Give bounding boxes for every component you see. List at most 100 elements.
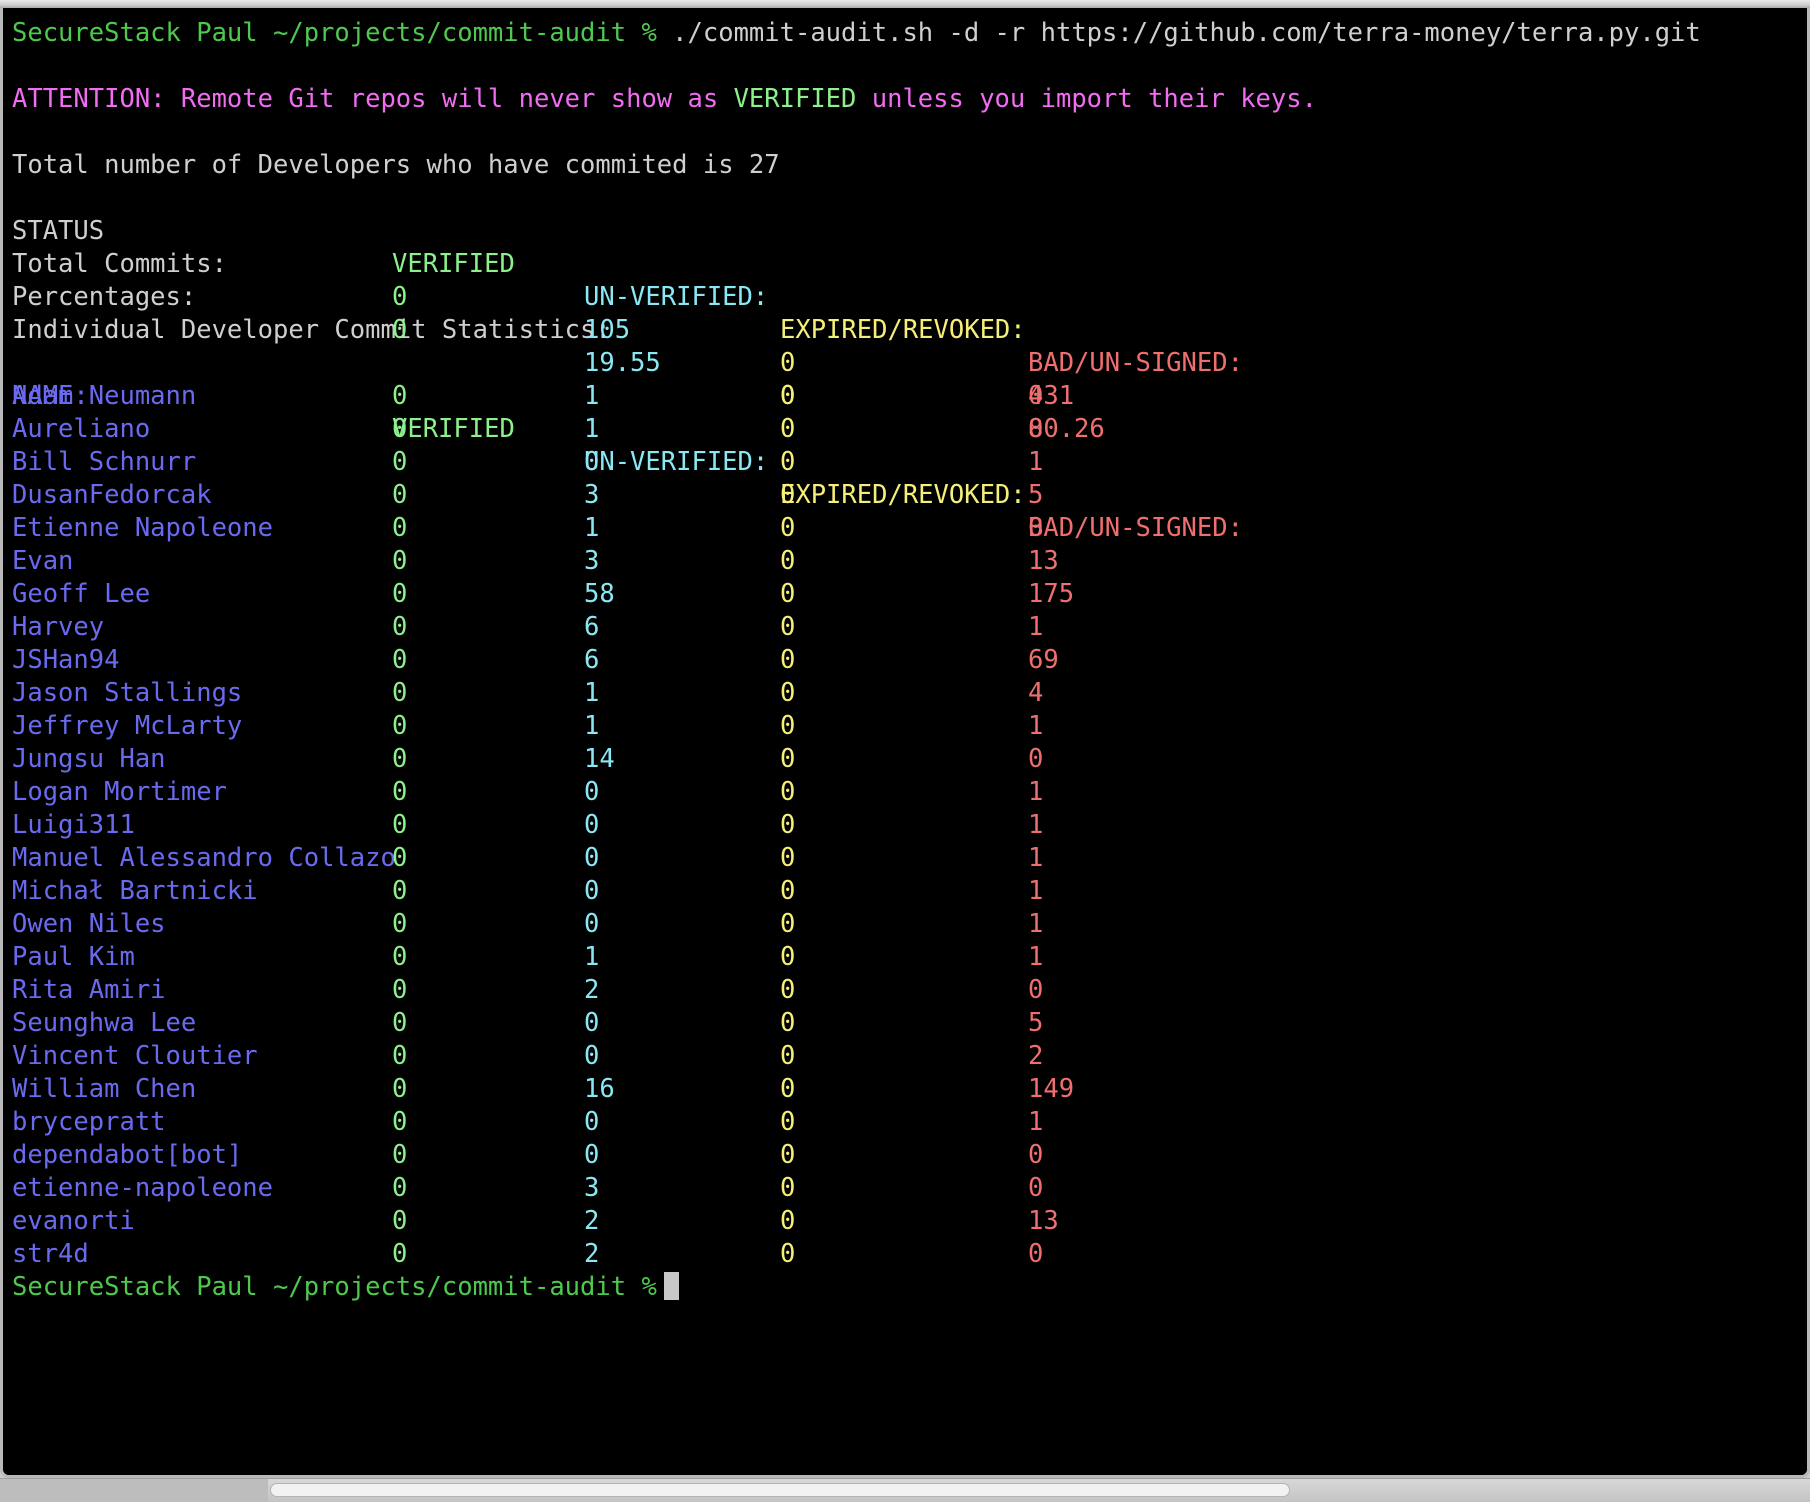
table-row: Logan Mortimer 0 0 0 1 bbox=[12, 776, 1807, 809]
developer-expired-count: 0 bbox=[780, 480, 796, 510]
developer-table-body: Adam Neumann 0 1 0 0 Aureliano 0 1 0 0 Bill Schnur… bbox=[12, 380, 1807, 1271]
developer-unverified-count: 6 bbox=[584, 645, 600, 675]
table-row: Manuel Alessandro Collazo 0 0 0 1 bbox=[12, 842, 1807, 875]
developer-name: Harvey bbox=[12, 612, 105, 642]
developer-name: Michał Bartnicki bbox=[12, 876, 258, 906]
developer-expired-count: 0 bbox=[780, 513, 796, 543]
developer-unverified-count: 2 bbox=[584, 975, 600, 1005]
table-row: str4d 0 2 0 0 bbox=[12, 1238, 1807, 1271]
developer-verified-count: 0 bbox=[392, 1008, 408, 1038]
developer-expired-count: 0 bbox=[780, 1074, 796, 1104]
developer-verified-count: 0 bbox=[392, 711, 408, 741]
table-row: William Chen 0 16 0 149 bbox=[12, 1073, 1807, 1106]
developer-unverified-count: 0 bbox=[584, 1008, 600, 1038]
summary-row-percentages: Percentages: 0 19.55 0 80.26 bbox=[12, 248, 1807, 444]
attention-message: ATTENTION: Remote Git repos will never s… bbox=[12, 83, 1807, 116]
table-row: Aureliano 0 1 0 0 bbox=[12, 413, 1807, 446]
developer-unverified-count: 2 bbox=[584, 1206, 600, 1236]
developer-bad-count: 5 bbox=[1028, 480, 1044, 510]
developer-name: Jeffrey McLarty bbox=[12, 711, 243, 741]
developer-bad-count: 1 bbox=[1028, 843, 1044, 873]
final-prompt-line[interactable]: SecureStack Paul ~/projects/commit-audit… bbox=[12, 1271, 1807, 1304]
developer-expired-count: 0 bbox=[780, 942, 796, 972]
developer-name: str4d bbox=[12, 1239, 89, 1269]
table-row: Seunghwa Lee 0 0 0 5 bbox=[12, 1007, 1807, 1040]
developer-verified-count: 0 bbox=[392, 579, 408, 609]
attention-prefix: ATTENTION: Remote Git repos will never s… bbox=[12, 84, 734, 114]
developer-unverified-count: 1 bbox=[584, 678, 600, 708]
developer-name: Etienne Napoleone bbox=[12, 513, 273, 543]
developer-expired-count: 0 bbox=[780, 810, 796, 840]
developer-verified-count: 0 bbox=[392, 414, 408, 444]
developer-verified-count: 0 bbox=[392, 678, 408, 708]
summary-value-verified: 0 bbox=[392, 315, 408, 345]
table-row: Owen Niles 0 0 0 1 bbox=[12, 908, 1807, 941]
developer-verified-count: 0 bbox=[392, 843, 408, 873]
developer-bad-count: 1 bbox=[1028, 909, 1044, 939]
developer-expired-count: 0 bbox=[780, 546, 796, 576]
developer-bad-count: 13 bbox=[1028, 546, 1059, 576]
total-developers-line: Total number of Developers who have comm… bbox=[12, 150, 780, 180]
developer-verified-count: 0 bbox=[392, 942, 408, 972]
developer-bad-count: 0 bbox=[1028, 1173, 1044, 1203]
developer-expired-count: 0 bbox=[780, 711, 796, 741]
table-row: Luigi311 0 0 0 1 bbox=[12, 809, 1807, 842]
developer-name: Jungsu Han bbox=[12, 744, 166, 774]
table-row: dependabot[bot] 0 0 0 0 bbox=[12, 1139, 1807, 1172]
command-text: ./commit-audit.sh -d -r https://github.c… bbox=[672, 18, 1701, 48]
developer-unverified-count: 0 bbox=[584, 909, 600, 939]
developer-verified-count: 0 bbox=[392, 975, 408, 1005]
developer-verified-count: 0 bbox=[392, 1173, 408, 1203]
developer-expired-count: 0 bbox=[780, 876, 796, 906]
table-row: Evan 0 3 0 13 bbox=[12, 545, 1807, 578]
summary-row-label: Percentages: bbox=[12, 282, 197, 312]
developer-verified-count: 0 bbox=[392, 1140, 408, 1170]
terminal-window[interactable]: SecureStack Paul ~/projects/commit-audit… bbox=[0, 8, 1810, 1478]
developer-name: William Chen bbox=[12, 1074, 197, 1104]
developer-expired-count: 0 bbox=[780, 1140, 796, 1170]
developer-verified-count: 0 bbox=[392, 1239, 408, 1269]
developer-expired-count: 0 bbox=[780, 975, 796, 1005]
developer-bad-count: 0 bbox=[1028, 1140, 1044, 1170]
developer-unverified-count: 2 bbox=[584, 1239, 600, 1269]
developer-unverified-count: 14 bbox=[584, 744, 615, 774]
developer-bad-count: 1 bbox=[1028, 777, 1044, 807]
developer-bad-count: 0 bbox=[1028, 381, 1044, 411]
table-row: Geoff Lee 0 58 0 175 bbox=[12, 578, 1807, 611]
developer-verified-count: 0 bbox=[392, 1107, 408, 1137]
table-row: Adam Neumann 0 1 0 0 bbox=[12, 380, 1807, 413]
developer-name: Rita Amiri bbox=[12, 975, 166, 1005]
developer-name: DusanFedorcak bbox=[12, 480, 212, 510]
terminal-output-area[interactable]: SecureStack Paul ~/projects/commit-audit… bbox=[3, 8, 1807, 1475]
table-row: Michał Bartnicki 0 0 0 1 bbox=[12, 875, 1807, 908]
horizontal-scrollbar-thumb[interactable] bbox=[270, 1483, 1290, 1497]
developer-bad-count: 4 bbox=[1028, 678, 1044, 708]
developer-name: Evan bbox=[12, 546, 74, 576]
developer-unverified-count: 0 bbox=[584, 1107, 600, 1137]
developer-expired-count: 0 bbox=[780, 1008, 796, 1038]
developer-unverified-count: 1 bbox=[584, 381, 600, 411]
shell-prompt: SecureStack Paul ~/projects/commit-audit… bbox=[12, 1272, 657, 1302]
developer-name: Vincent Cloutier bbox=[12, 1041, 258, 1071]
developer-bad-count: 0 bbox=[1028, 414, 1044, 444]
summary-value-verified: 0 bbox=[392, 282, 408, 312]
developer-name: Paul Kim bbox=[12, 942, 135, 972]
developer-bad-count: 0 bbox=[1028, 1239, 1044, 1269]
command-line: SecureStack Paul ~/projects/commit-audit… bbox=[12, 17, 1807, 50]
developer-verified-count: 0 bbox=[392, 480, 408, 510]
developer-unverified-count: 0 bbox=[584, 777, 600, 807]
developer-expired-count: 0 bbox=[780, 612, 796, 642]
developer-name: Luigi311 bbox=[12, 810, 135, 840]
developer-verified-count: 0 bbox=[392, 777, 408, 807]
table-row: Etienne Napoleone 0 1 0 0 bbox=[12, 512, 1807, 545]
summary-row-total-commits: Total Commits: 0 105 0 431 bbox=[12, 215, 1807, 411]
developer-expired-count: 0 bbox=[780, 1041, 796, 1071]
table-row: Jason Stallings 0 1 0 4 bbox=[12, 677, 1807, 710]
developer-name: dependabot[bot] bbox=[12, 1140, 243, 1170]
developer-expired-count: 0 bbox=[780, 909, 796, 939]
developer-unverified-count: 3 bbox=[584, 480, 600, 510]
developer-bad-count: 1 bbox=[1028, 1107, 1044, 1137]
developer-name: Owen Niles bbox=[12, 909, 166, 939]
developer-name: Jason Stallings bbox=[12, 678, 243, 708]
